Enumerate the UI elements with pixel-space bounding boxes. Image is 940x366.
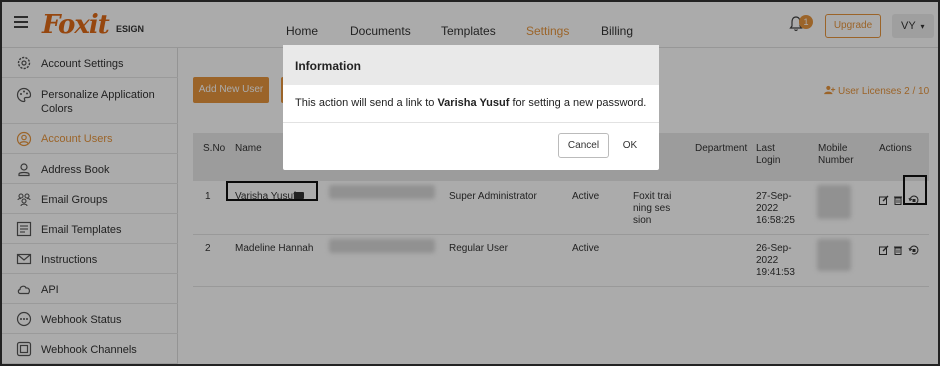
dialog-header: Information (283, 45, 659, 85)
dialog-divider (283, 122, 659, 123)
dialog-title: Information (295, 59, 361, 73)
ok-button[interactable]: OK (618, 133, 642, 158)
dialog-message-prefix: This action will send a link to (295, 97, 438, 109)
dialog-message: This action will send a link to Varisha … (295, 97, 646, 109)
app-window: Foxit ESIGN Home Documents Templates Set… (0, 0, 940, 366)
information-dialog: Information This action will send a link… (283, 45, 659, 170)
dialog-message-suffix: for setting a new password. (509, 97, 647, 109)
dialog-message-user: Varisha Yusuf (437, 97, 510, 109)
cancel-button[interactable]: Cancel (558, 133, 609, 158)
